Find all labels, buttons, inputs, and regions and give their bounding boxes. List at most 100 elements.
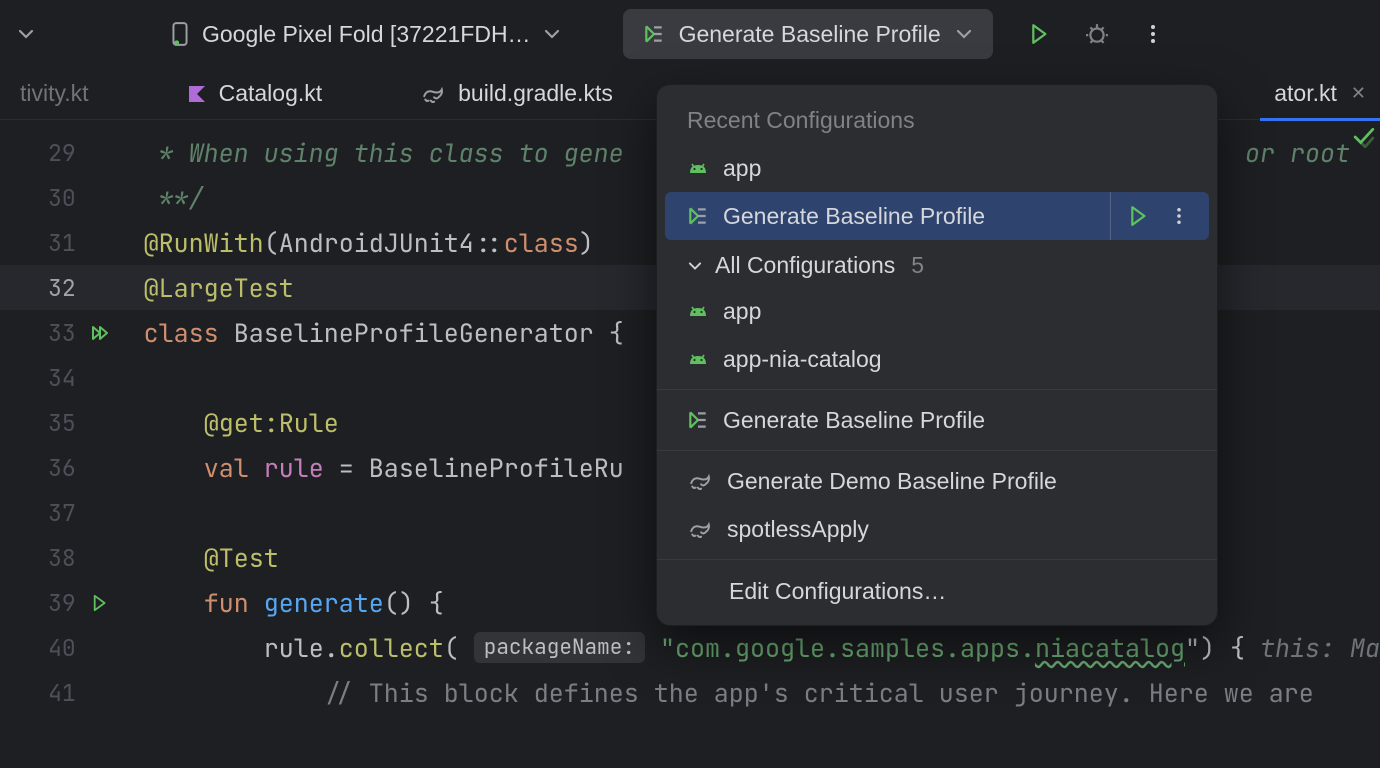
device-selector[interactable]: Google Pixel Fold [37221FDH… [156, 12, 575, 56]
gutter-line[interactable]: 40 [0, 625, 114, 670]
code-text: class [144, 316, 219, 350]
tab-label: tivity.kt [20, 80, 89, 107]
tab-build-gradle-kts[interactable]: build.gradle.kts [406, 68, 627, 120]
code-text: () { [384, 586, 444, 620]
gutter-line[interactable]: 37 [0, 490, 114, 535]
debug-button[interactable] [1075, 12, 1119, 56]
more-icon[interactable] [1171, 206, 1187, 226]
config-label: app-nia-catalog [723, 346, 882, 373]
tab-catalog-kt[interactable]: Catalog.kt [173, 68, 337, 120]
code-text: generate [264, 586, 384, 620]
code-text: fun [204, 586, 249, 620]
gutter-line[interactable]: 33 [0, 310, 114, 355]
config-count: 5 [911, 252, 924, 279]
android-icon [687, 350, 709, 368]
config-item-generate-baseline-profile[interactable]: Generate Baseline Profile [665, 192, 1209, 240]
phone-icon [170, 22, 190, 46]
divider [657, 389, 1217, 390]
config-item-generate-demo-baseline-profile[interactable]: Generate Demo Baseline Profile [657, 457, 1217, 505]
tab-activity-kt[interactable]: tivity.kt [6, 68, 103, 120]
profile-icon [687, 409, 709, 431]
config-label: Generate Baseline Profile [723, 203, 985, 230]
inlay-hint: this: Ma [1260, 631, 1380, 665]
config-label: Generate Demo Baseline Profile [727, 468, 1057, 495]
profile-icon [687, 205, 709, 227]
run-button[interactable] [1019, 12, 1063, 56]
gutter-line[interactable]: 35 [0, 400, 114, 445]
code-text: ( [444, 631, 474, 665]
code-text: @LargeTest [144, 271, 294, 305]
run-gutter-icon[interactable] [90, 324, 110, 342]
code-text: rule [264, 451, 324, 485]
chevron-down-icon [955, 27, 973, 41]
all-configs-header[interactable]: All Configurations 5 [657, 240, 1217, 287]
config-label: Generate Baseline Profile [723, 407, 985, 434]
tab-label: Catalog.kt [219, 80, 323, 107]
kotlin-icon [187, 84, 207, 104]
gutter-line[interactable]: 34 [0, 355, 114, 400]
main-toolbar: Google Pixel Fold [37221FDH… Generate Ba… [0, 0, 1380, 68]
tab-generator-kt[interactable]: ator.kt ✕ [1260, 68, 1380, 120]
code-text: @RunWith [144, 226, 264, 260]
config-item-app[interactable]: app [657, 287, 1217, 335]
code-text: ) [579, 226, 594, 260]
config-item-app-nia-catalog[interactable]: app-nia-catalog [657, 335, 1217, 383]
code-text: niacatalog [1035, 631, 1185, 665]
run-config-selector[interactable]: Generate Baseline Profile [623, 9, 993, 59]
android-icon [687, 302, 709, 320]
code-text: // This block defines the app's critical… [324, 676, 1314, 710]
tab-label: ator.kt [1274, 80, 1337, 107]
run-gutter-icon[interactable] [92, 594, 110, 612]
code-text: collect [339, 631, 444, 665]
code-text: "com.google.samples.apps. [645, 631, 1035, 665]
code-text: (AndroidJUnit4:: [264, 226, 504, 260]
device-label: Google Pixel Fold [37221FDH… [202, 21, 531, 48]
gradle-icon [420, 83, 446, 105]
config-label: spotlessApply [727, 516, 869, 543]
close-icon[interactable]: ✕ [1351, 83, 1366, 104]
code-text: BaselineProfileGenerator { [219, 316, 624, 350]
chevron-down-icon [687, 260, 703, 272]
gutter-line[interactable]: 29 [0, 130, 114, 175]
edit-configurations[interactable]: Edit Configurations… [657, 566, 1217, 617]
inspection-status-icon[interactable] [1352, 126, 1376, 148]
code-text [249, 451, 264, 485]
code-text: * When using this class to gene [144, 136, 624, 170]
more-actions-button[interactable] [1131, 12, 1175, 56]
divider [657, 559, 1217, 560]
code-text [249, 586, 264, 620]
run-config-label: Generate Baseline Profile [679, 21, 941, 48]
chevron-down-icon [543, 27, 561, 41]
config-label: app [723, 155, 761, 182]
gutter-line[interactable]: 31 [0, 220, 114, 265]
gutter-line[interactable]: 36 [0, 445, 114, 490]
gutter-line[interactable]: 39 [0, 580, 114, 625]
code-text: val [204, 451, 249, 485]
toolbar-menu-chevron[interactable] [8, 16, 44, 52]
code-text: @get:Rule [204, 406, 339, 440]
recent-configs-header: Recent Configurations [657, 99, 1217, 144]
gutter-line[interactable]: 32 [0, 265, 114, 310]
divider [657, 450, 1217, 451]
config-item-spotless-apply[interactable]: spotlessApply [657, 505, 1217, 553]
profile-icon [643, 23, 665, 45]
config-label: app [723, 298, 761, 325]
gradle-icon [687, 470, 713, 492]
gutter: 29 30 31 32 33 34 35 36 37 38 39 40 41 [0, 120, 114, 768]
code-text: rule. [264, 631, 339, 665]
code-text: ") { [1185, 631, 1260, 665]
code-text: @Test [204, 541, 279, 575]
gutter-line[interactable]: 41 [0, 670, 114, 715]
tab-label: build.gradle.kts [458, 80, 613, 107]
gradle-icon [687, 518, 713, 540]
code-text: = BaselineProfileRu [324, 451, 624, 485]
config-item-app[interactable]: app [657, 144, 1217, 192]
gutter-line[interactable]: 38 [0, 535, 114, 580]
code-text: class [504, 226, 579, 260]
gutter-line[interactable]: 30 [0, 175, 114, 220]
code-text: **/ [144, 181, 204, 215]
android-icon [687, 159, 709, 177]
config-item-generate-baseline-profile[interactable]: Generate Baseline Profile [657, 396, 1217, 444]
run-icon[interactable] [1129, 205, 1151, 227]
param-hint: packageName: [474, 632, 645, 663]
